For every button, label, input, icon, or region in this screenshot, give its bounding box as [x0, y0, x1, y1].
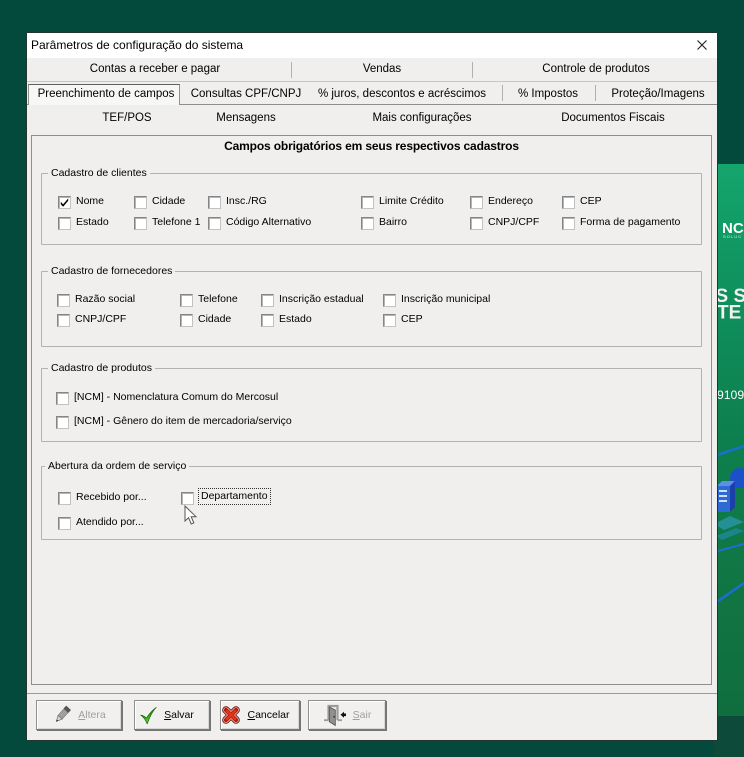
svg-text:TE: TE	[717, 303, 741, 324]
svg-text:S O L U C: S O L U C	[723, 234, 741, 239]
svg-text:9109: 9109	[717, 388, 744, 402]
